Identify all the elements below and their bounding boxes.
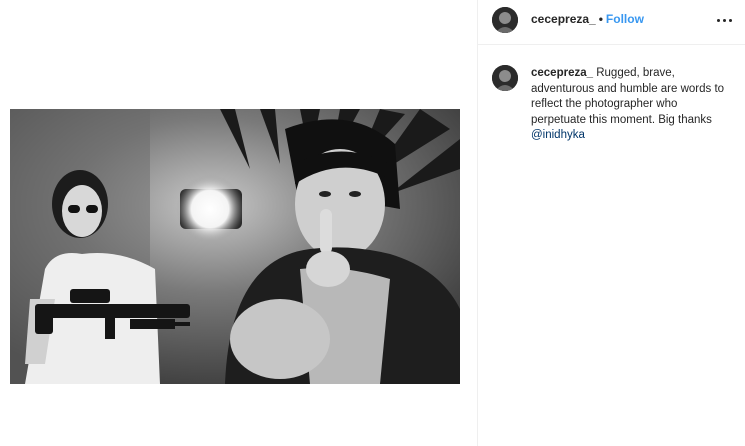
avatar-image [492,7,518,33]
caption-mention-link[interactable]: @inidhyka [531,129,585,141]
avatar[interactable] [492,65,518,91]
photo-image [10,109,460,384]
separator-dot: • [598,12,603,26]
avatar-image [492,65,518,91]
username-link[interactable]: cecepreza_ [531,12,596,26]
post-media-pane [0,0,477,446]
follow-button[interactable]: Follow [606,12,644,26]
post-side-pane: cecepreza_ • Follow cecepreza_ Rugged, bra… [477,0,745,446]
post-photo[interactable] [10,109,460,384]
avatar[interactable] [492,7,518,33]
post-header: cecepreza_ • Follow [478,0,745,45]
caption-username[interactable]: cecepreza_ [531,67,593,79]
more-horizontal-icon[interactable] [717,13,733,29]
header-user-line: cecepreza_ • Follow [531,12,644,26]
caption-text-block: cecepreza_ Rugged, brave, adventurous an… [531,66,731,144]
